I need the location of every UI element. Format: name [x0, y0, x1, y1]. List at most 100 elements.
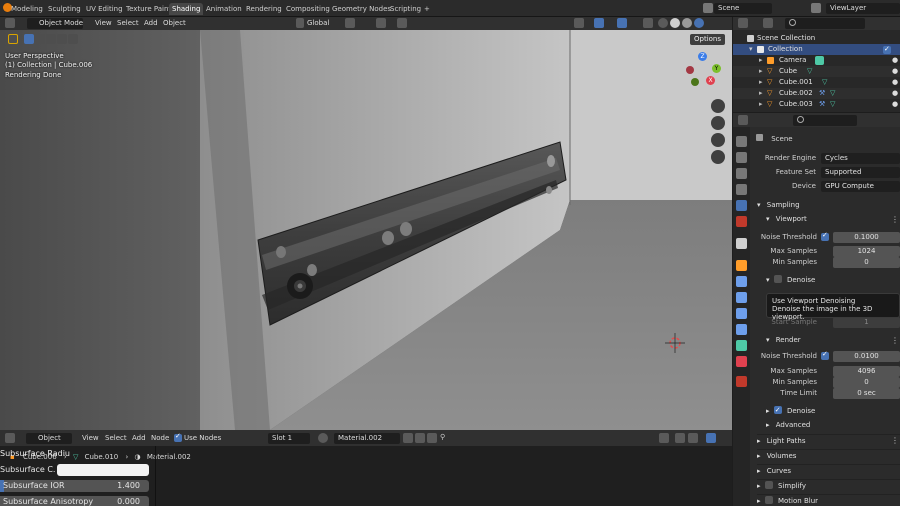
- snap-icon[interactable]: [376, 18, 386, 28]
- use-nodes-checkbox[interactable]: [174, 432, 182, 442]
- object-tab-icon[interactable]: [736, 260, 747, 271]
- viewport-min-samples-field[interactable]: 0: [833, 257, 900, 268]
- outliner-editor-icon[interactable]: [738, 18, 748, 28]
- render-engine-dropdown[interactable]: Cycles: [821, 153, 900, 164]
- tab-geometry-nodes[interactable]: Geometry Nodes: [329, 3, 394, 15]
- shading-solid-icon[interactable]: [670, 18, 680, 28]
- volumes-panel-header[interactable]: ▸ Volumes: [757, 449, 900, 461]
- mesh-data-icon[interactable]: ▽: [822, 77, 827, 88]
- node-object-selector[interactable]: Object: [26, 433, 72, 444]
- properties-editor-icon[interactable]: [738, 115, 748, 125]
- 3d-viewport[interactable]: User Perspective (1) Collection | Cube.0…: [0, 30, 732, 430]
- mesh-data-icon[interactable]: ▽: [807, 66, 812, 77]
- eye-icon[interactable]: ●: [892, 88, 898, 99]
- chevron-right-icon[interactable]: ▸: [759, 66, 763, 77]
- sampling-panel-header[interactable]: ▾ Sampling: [757, 199, 800, 211]
- tab-shading[interactable]: Shading: [169, 3, 204, 15]
- shading-material-icon[interactable]: [682, 18, 692, 28]
- principled-bsdf-node[interactable]: Subsurface Radius Subsurface C... Subsur…: [0, 446, 156, 506]
- texture-tab-icon[interactable]: [736, 376, 747, 387]
- collection-exclude-checkbox[interactable]: [883, 44, 891, 55]
- select-mode-4-icon[interactable]: [57, 34, 67, 44]
- menu-select[interactable]: Select: [117, 18, 139, 29]
- viewport-denoise-subpanel-header[interactable]: ▾ Denoise: [766, 274, 815, 286]
- constraints-tab-icon[interactable]: [736, 324, 747, 335]
- outliner-scene-collection[interactable]: Scene Collection: [733, 33, 900, 44]
- editor-type-icon[interactable]: [5, 18, 15, 28]
- chevron-right-icon[interactable]: ▸: [759, 55, 763, 66]
- shading-rendered-icon[interactable]: [694, 18, 704, 28]
- camera-view-icon[interactable]: [711, 133, 725, 147]
- render-denoise-subpanel-header[interactable]: ▸ Denoise: [766, 404, 815, 417]
- particles-tab-icon[interactable]: [736, 292, 747, 303]
- light-paths-panel-header[interactable]: ▸ Light Paths: [757, 434, 900, 446]
- material-name-field[interactable]: Material.002: [334, 433, 400, 444]
- render-noise-threshold-field[interactable]: 0.0100: [833, 351, 900, 362]
- navigation-gizmo[interactable]: Z Y X: [684, 52, 724, 92]
- gizmo-y-axis[interactable]: Y: [712, 64, 721, 73]
- mesh-data-icon[interactable]: ▽: [830, 88, 835, 99]
- transform-orientation-selector[interactable]: Global: [307, 18, 329, 29]
- select-mode-2-icon[interactable]: [35, 34, 45, 44]
- node-view-icon[interactable]: [706, 433, 716, 443]
- eye-icon[interactable]: ●: [892, 77, 898, 88]
- simplify-checkbox[interactable]: [764, 481, 773, 489]
- material-browse-icon[interactable]: [318, 433, 328, 443]
- add-workspace-button[interactable]: +: [421, 3, 433, 15]
- gizmo-z-axis[interactable]: Z: [698, 52, 707, 61]
- outliner-item-cube-003[interactable]: ▸ ▽ Cube.003 ⚒ ▽ ●: [733, 99, 900, 110]
- render-adaptive-sampling-checkbox[interactable]: [821, 350, 829, 360]
- subsurface-ior-slider[interactable]: Subsurface IOR 1.400: [0, 480, 149, 492]
- gizmo-x-axis[interactable]: X: [706, 76, 715, 85]
- pin-icon[interactable]: ⚲: [440, 433, 450, 443]
- viewport-subpanel-header[interactable]: ▾ Viewport: [766, 213, 807, 225]
- tab-uv-editing[interactable]: UV Editing: [83, 3, 126, 15]
- tab-rendering[interactable]: Rendering: [243, 3, 285, 15]
- tab-sculpting[interactable]: Sculpting: [45, 3, 84, 15]
- object-mode-selector[interactable]: Object Mode: [27, 18, 83, 29]
- node-editor-canvas[interactable]: ▪ Cube.006 › ▽ Cube.010 › ◑ Material.002…: [0, 446, 732, 506]
- eye-icon[interactable]: ●: [892, 55, 898, 66]
- node-menu-select[interactable]: Select: [105, 433, 127, 444]
- visibility-icon[interactable]: [574, 18, 584, 28]
- scene-tab-icon[interactable]: [736, 200, 747, 211]
- slot-selector[interactable]: Slot 1: [268, 433, 310, 444]
- node-menu-add[interactable]: Add: [132, 433, 146, 444]
- outliner-search-input[interactable]: [785, 18, 865, 29]
- select-tool-icon[interactable]: [8, 34, 18, 44]
- eye-icon[interactable]: ●: [892, 66, 898, 77]
- pivot-icon[interactable]: [345, 18, 355, 28]
- node-overlay-icon[interactable]: [675, 433, 685, 443]
- viewlayer-selector[interactable]: ViewLayer: [826, 3, 900, 14]
- scene-selector[interactable]: Scene: [714, 3, 772, 14]
- curves-panel-header[interactable]: ▸ Curves: [757, 464, 900, 476]
- mesh-data-icon[interactable]: ▽: [830, 99, 835, 110]
- advanced-subpanel-header[interactable]: ▸ Advanced: [766, 419, 810, 431]
- gizmo-toggle-icon[interactable]: [594, 18, 604, 28]
- menu-view[interactable]: View: [95, 18, 112, 29]
- select-mode-3-icon[interactable]: [46, 34, 56, 44]
- render-panel-menu-icon[interactable]: ⋮: [891, 336, 899, 345]
- render-tab-icon[interactable]: [736, 152, 747, 163]
- material-tab-icon[interactable]: [736, 356, 747, 367]
- simplify-panel-header[interactable]: ▸ Simplify: [757, 479, 900, 491]
- modifier-tab-icon[interactable]: [736, 276, 747, 287]
- gizmo-neg-x[interactable]: [686, 66, 694, 74]
- overlay-toggle-icon[interactable]: [617, 18, 627, 28]
- outliner-item-cube-002[interactable]: ▸ ▽ Cube.002 ⚒ ▽ ●: [733, 88, 900, 99]
- outliner-item-cube-001[interactable]: ▸ ▽ Cube.001 ▽ ●: [733, 77, 900, 88]
- chevron-right-icon[interactable]: ▸: [759, 99, 763, 110]
- motion-blur-panel-header[interactable]: ▸ Motion Blur: [757, 494, 900, 506]
- tab-modeling[interactable]: Modeling: [8, 3, 46, 15]
- feature-set-dropdown[interactable]: Supported: [821, 167, 900, 178]
- outliner-item-camera[interactable]: ▸ Camera ●: [733, 55, 900, 66]
- outliner-item-cube[interactable]: ▸ ▽ Cube ▽ ●: [733, 66, 900, 77]
- unlink-material-icon[interactable]: [427, 433, 437, 443]
- pan-hand-icon[interactable]: [711, 116, 725, 130]
- xray-icon[interactable]: [643, 18, 653, 28]
- collection-tab-icon[interactable]: [736, 238, 747, 249]
- snapping-icon[interactable]: [659, 433, 669, 443]
- world-tab-icon[interactable]: [736, 216, 747, 227]
- outliner-filter-icon[interactable]: [763, 18, 773, 28]
- render-min-samples-field[interactable]: 0: [833, 377, 900, 388]
